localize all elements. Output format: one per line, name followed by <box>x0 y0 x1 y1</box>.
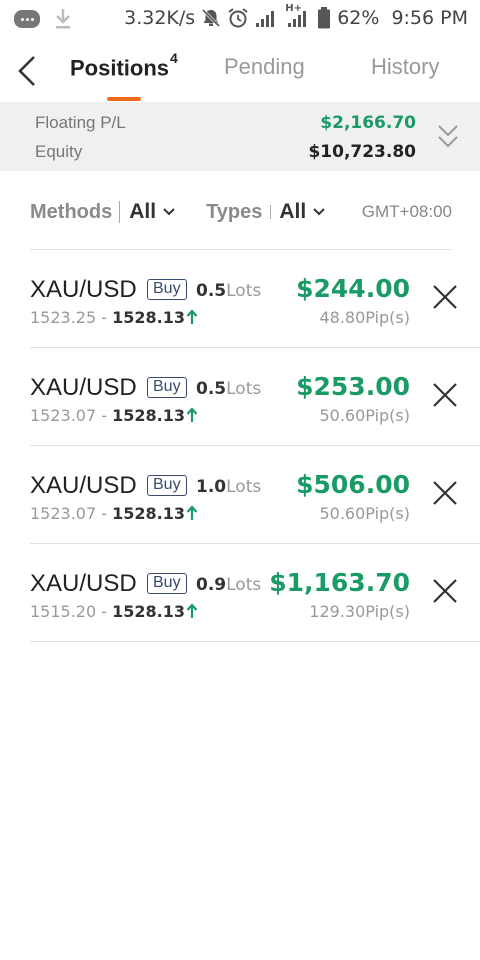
filter-bar: Methods All Types All GMT+08:00 <box>30 192 452 232</box>
floating-pl-label: Floating P/L <box>35 113 126 132</box>
lots-value: 0.9 <box>196 575 227 595</box>
download-icon <box>56 9 70 29</box>
expand-chevron-icon[interactable] <box>436 122 460 152</box>
signal-icon <box>256 11 275 27</box>
pips: 129.30Pip(s) <box>309 602 410 621</box>
back-button[interactable] <box>12 52 42 90</box>
clock: 9:56 PM <box>391 7 468 29</box>
types-dropdown[interactable]: All <box>279 200 326 224</box>
pips: 50.60Pip(s) <box>319 406 410 425</box>
open-price: 1515.20 <box>30 602 97 621</box>
methods-dropdown[interactable]: All <box>129 200 176 224</box>
position-row[interactable]: XAU/USD Buy 0.5Lots 1523.25 - 1528.13 $2… <box>30 250 480 348</box>
price-range: 1523.25 - 1528.13 <box>30 308 198 327</box>
lots-unit: Lots <box>226 477 262 497</box>
lots-unit: Lots <box>226 575 262 595</box>
price-range: 1523.07 - 1528.13 <box>30 406 198 425</box>
symbol: XAU/USD <box>30 570 137 597</box>
battery-icon <box>318 7 331 29</box>
lots: 1.0Lots <box>196 477 261 497</box>
pips: 48.80Pip(s) <box>319 308 410 327</box>
current-price: 1528.13 <box>112 504 185 523</box>
lots-value: 1.0 <box>196 477 227 497</box>
methods-label: Methods <box>30 200 113 223</box>
status-bar: 3.32K/s H+ 62% 9:56 PM <box>0 0 480 36</box>
methods-value: All <box>129 200 157 223</box>
tab-pending[interactable]: Pending <box>224 54 305 80</box>
arrow-up-icon <box>186 603 198 618</box>
network-speed: 3.32K/s <box>124 7 196 29</box>
timezone-label: GMT+08:00 <box>361 202 452 221</box>
tab-bar: Positions4 Pending History <box>0 44 480 102</box>
close-position-icon[interactable] <box>432 382 458 408</box>
open-price: 1523.07 <box>30 406 97 425</box>
chevron-down-icon <box>163 208 175 216</box>
close-position-icon[interactable] <box>432 284 458 310</box>
profit-loss: $1,163.70 <box>269 568 410 597</box>
active-tab-indicator <box>107 97 141 101</box>
current-price: 1528.13 <box>112 308 185 327</box>
battery-percent: 62% <box>337 7 380 29</box>
arrow-up-icon <box>186 309 198 324</box>
symbol: XAU/USD <box>30 276 137 303</box>
lots-value: 0.5 <box>196 281 227 301</box>
profit-loss: $253.00 <box>296 372 410 401</box>
position-row[interactable]: XAU/USD Buy 1.0Lots 1523.07 - 1528.13 $5… <box>30 446 480 544</box>
current-price: 1528.13 <box>112 406 185 425</box>
methods-divider <box>119 201 121 223</box>
lots: 0.5Lots <box>196 281 261 301</box>
tab-positions[interactable]: Positions4 <box>70 50 178 81</box>
positions-list: XAU/USD Buy 0.5Lots 1523.25 - 1528.13 $2… <box>30 250 480 642</box>
side-badge: Buy <box>147 377 187 398</box>
positions-count-badge: 4 <box>170 50 178 66</box>
position-row[interactable]: XAU/USD Buy 0.5Lots 1523.07 - 1528.13 $2… <box>30 348 480 446</box>
side-badge: Buy <box>147 573 187 594</box>
open-price: 1523.07 <box>30 504 97 523</box>
mute-icon <box>202 8 221 28</box>
tab-history[interactable]: History <box>371 54 439 80</box>
open-price: 1523.25 <box>30 308 97 327</box>
types-value: All <box>279 200 307 223</box>
floating-pl-value: $2,166.70 <box>320 113 416 133</box>
price-range: 1515.20 - 1528.13 <box>30 602 198 621</box>
tab-pending-label: Pending <box>224 54 305 79</box>
chevron-down-icon <box>313 208 325 216</box>
types-label: Types <box>206 200 263 223</box>
lots-value: 0.5 <box>196 379 227 399</box>
close-position-icon[interactable] <box>432 578 458 604</box>
equity-label: Equity <box>35 142 83 161</box>
tab-positions-label: Positions <box>70 55 170 81</box>
lots-unit: Lots <box>226 281 262 301</box>
types-divider <box>270 205 272 219</box>
position-row[interactable]: XAU/USD Buy 0.9Lots 1515.20 - 1528.13 $1… <box>30 544 480 642</box>
price-range: 1523.07 - 1528.13 <box>30 504 198 523</box>
account-summary[interactable]: Floating P/L $2,166.70 Equity $10,723.80 <box>0 102 480 171</box>
lots: 0.9Lots <box>196 575 261 595</box>
equity-value: $10,723.80 <box>308 142 416 162</box>
profit-loss: $506.00 <box>296 470 410 499</box>
current-price: 1528.13 <box>112 602 185 621</box>
close-position-icon[interactable] <box>432 480 458 506</box>
chat-notification-icon <box>14 10 40 28</box>
side-badge: Buy <box>147 475 187 496</box>
tab-history-label: History <box>371 54 440 79</box>
profit-loss: $244.00 <box>296 274 410 303</box>
pips: 50.60Pip(s) <box>319 504 410 523</box>
symbol: XAU/USD <box>30 374 137 401</box>
arrow-up-icon <box>186 407 198 422</box>
lots-unit: Lots <box>226 379 262 399</box>
alarm-icon <box>228 8 248 28</box>
lots: 0.5Lots <box>196 379 261 399</box>
symbol: XAU/USD <box>30 472 137 499</box>
arrow-up-icon <box>186 505 198 520</box>
back-arrow-icon <box>18 56 35 86</box>
side-badge: Buy <box>147 279 187 300</box>
signal-h-plus-icon: H+ <box>285 3 311 28</box>
